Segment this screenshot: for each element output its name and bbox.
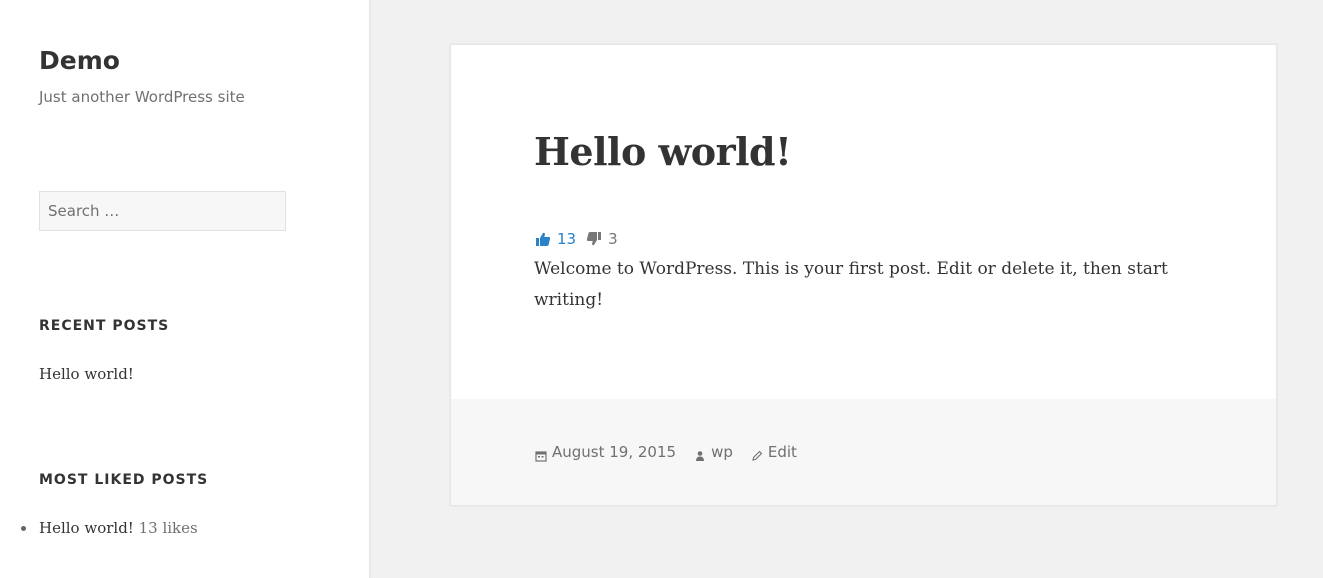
thumbs-down-icon <box>586 231 602 247</box>
post-meta: August 19, 2015 wp Edit <box>535 441 815 463</box>
author-icon <box>694 446 706 461</box>
search-input[interactable] <box>39 191 286 231</box>
dislike-count: 3 <box>608 230 618 248</box>
post-author-link[interactable]: wp <box>711 441 733 463</box>
most-liked-posts-heading: MOST LIKED POSTS <box>39 472 209 488</box>
post-date-link[interactable]: August 19, 2015 <box>552 441 676 463</box>
thumbs-up-icon <box>535 231 551 247</box>
most-liked-list: Hello world! 13 likes <box>20 517 198 539</box>
sidebar: Demo Just another WordPress site RECENT … <box>0 0 370 578</box>
vote-bar: 13 3 <box>535 228 618 250</box>
site-title[interactable]: Demo <box>39 44 120 78</box>
calendar-icon <box>535 446 547 462</box>
like-count: 13 <box>557 230 577 248</box>
post-content: Welcome to WordPress. This is your first… <box>534 259 1168 310</box>
post-edit: Edit <box>751 441 797 463</box>
most-liked-post-link[interactable]: Hello world! <box>39 519 134 537</box>
post-article: Hello world! 13 3 Welcome to WordPress. … <box>450 44 1277 506</box>
post-date: August 19, 2015 <box>535 441 676 463</box>
post-title[interactable]: Hello world! <box>534 127 792 177</box>
bullet <box>21 526 26 531</box>
like-button[interactable]: 13 <box>535 230 576 248</box>
like-count: 13 likes <box>138 519 198 537</box>
recent-post-link[interactable]: Hello world! <box>39 363 134 385</box>
recent-posts-heading: RECENT POSTS <box>39 318 170 334</box>
pencil-icon <box>751 446 763 461</box>
site-description: Just another WordPress site <box>39 88 245 106</box>
edit-post-link[interactable]: Edit <box>768 441 797 463</box>
post-footer: August 19, 2015 wp Edit <box>451 399 1276 505</box>
post-author: wp <box>694 441 733 463</box>
list-item: Hello world! 13 likes <box>20 517 198 539</box>
dislike-button[interactable]: 3 <box>586 230 618 248</box>
